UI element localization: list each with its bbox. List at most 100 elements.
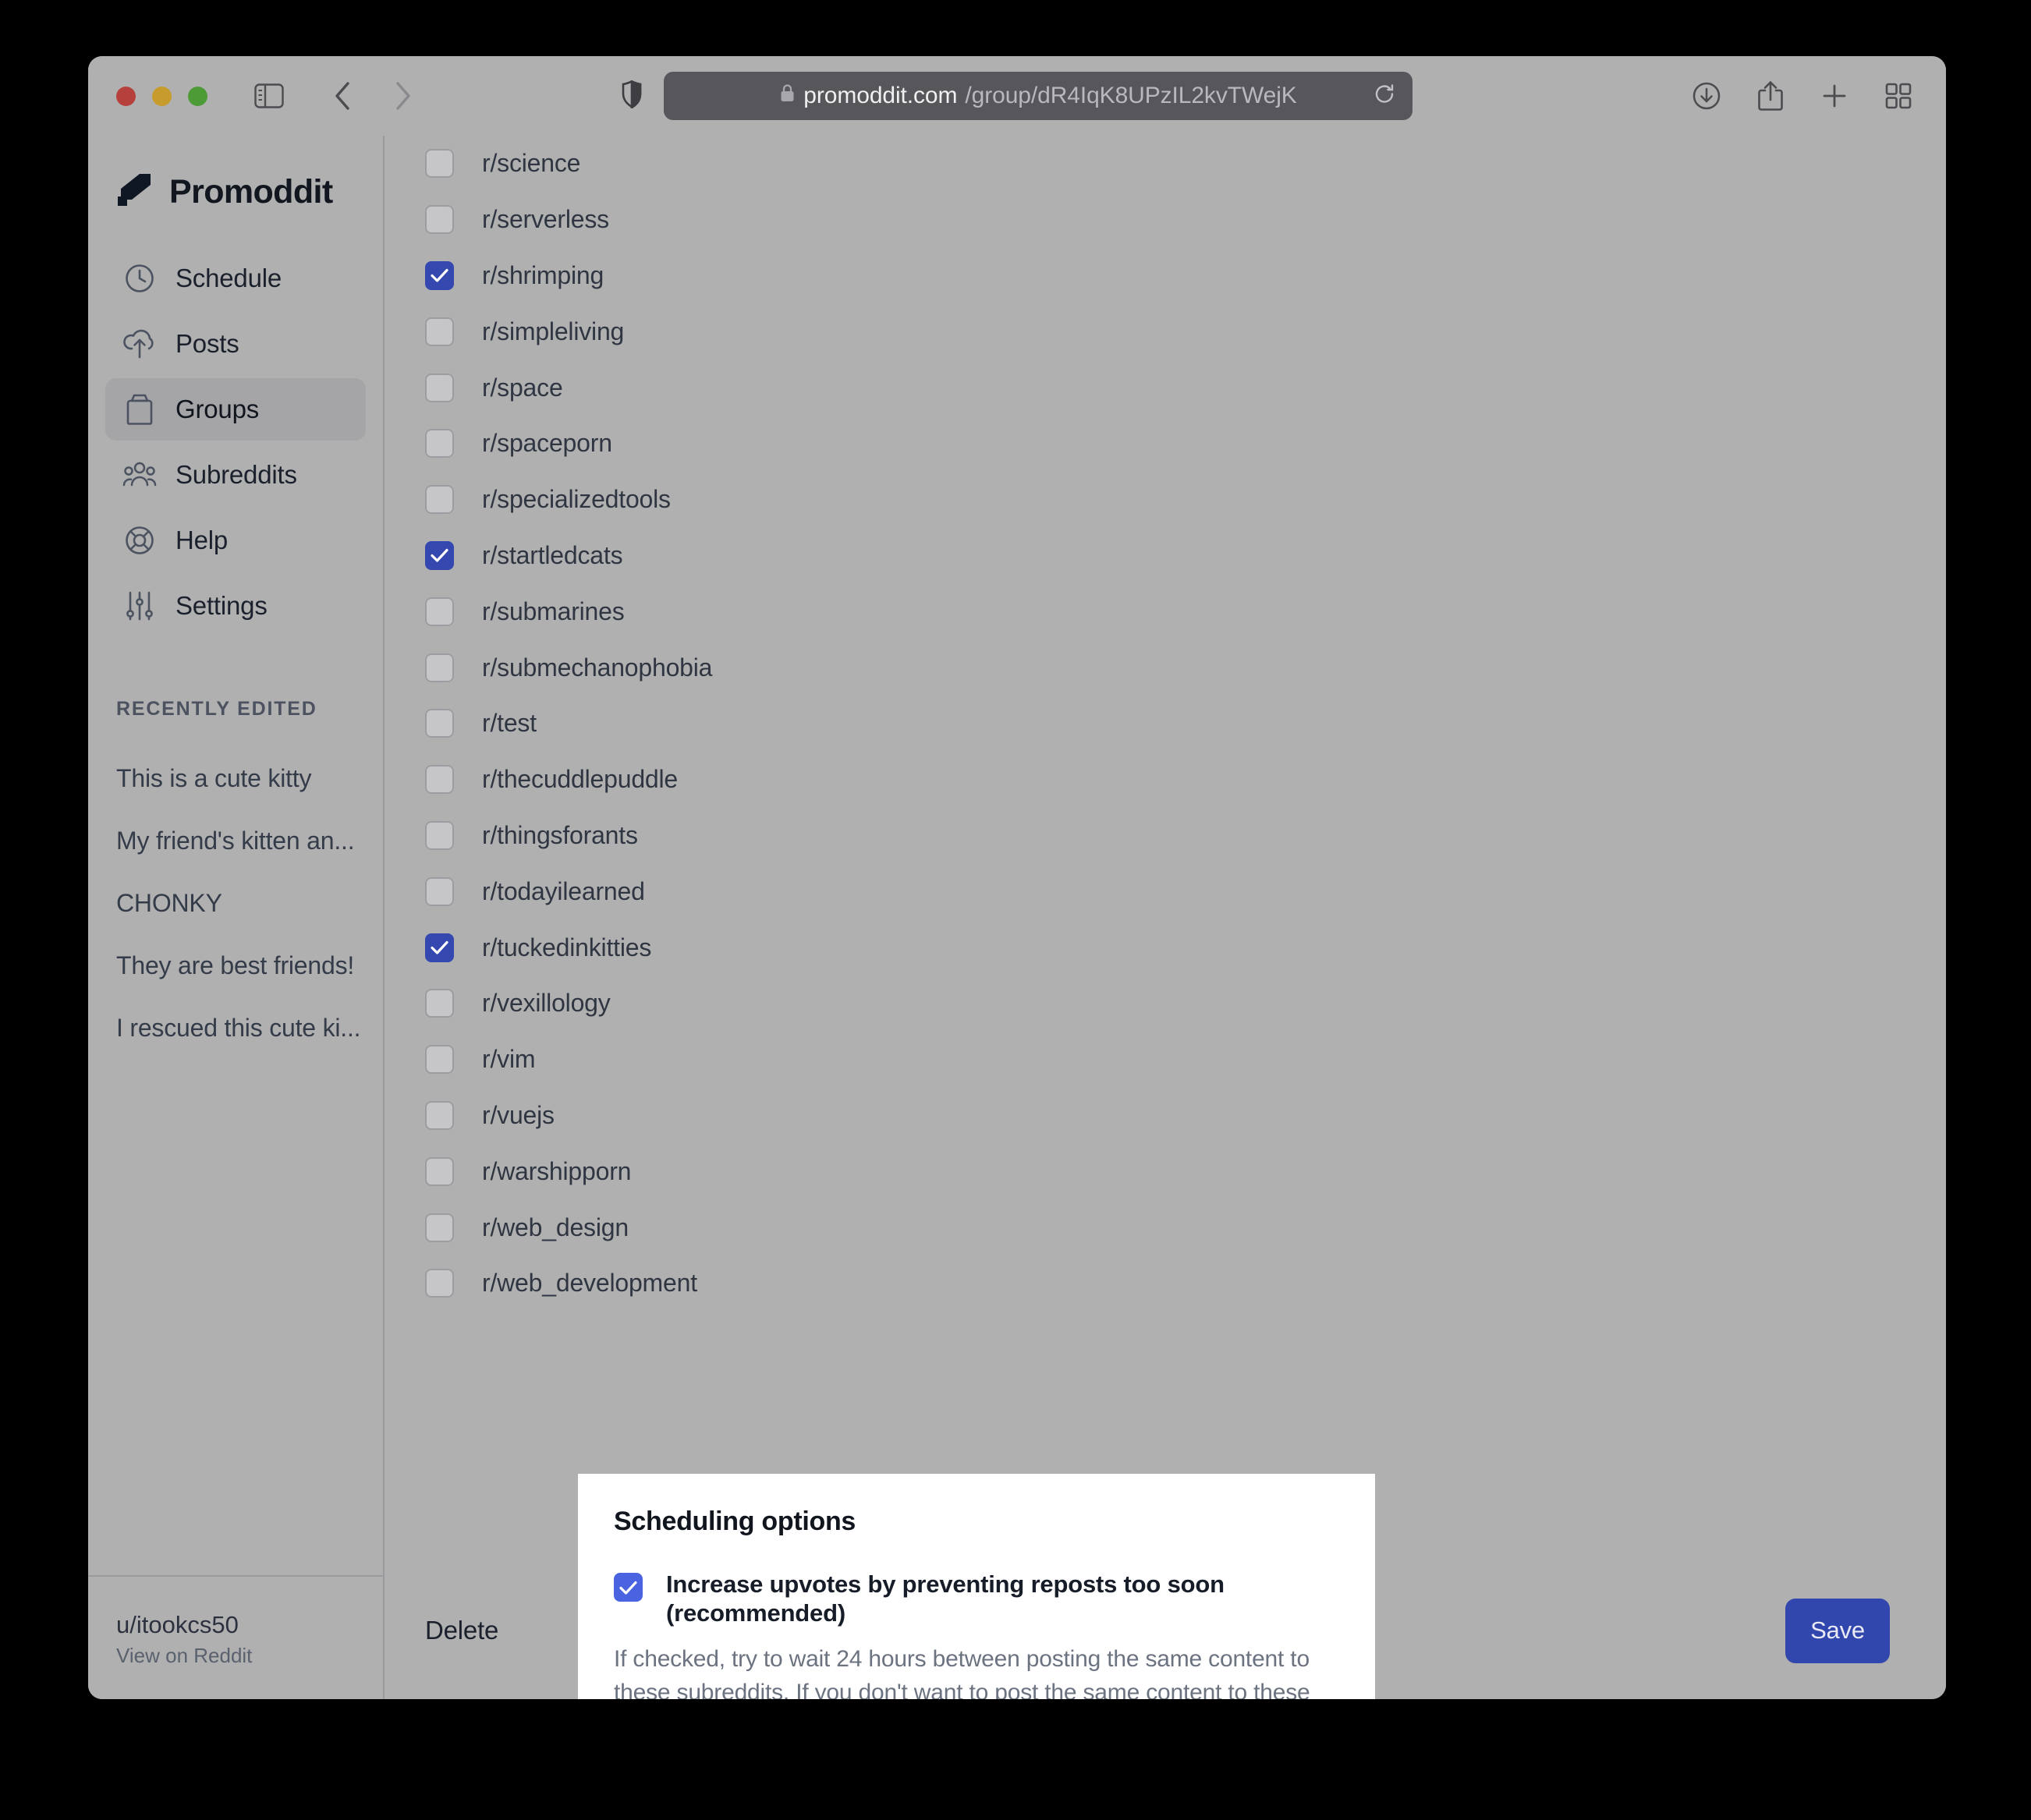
subreddit-checkbox[interactable] xyxy=(425,597,454,626)
subreddit-row[interactable]: r/vim xyxy=(425,1032,1946,1088)
subreddit-label: r/vim xyxy=(482,1045,536,1074)
subreddit-checkbox[interactable] xyxy=(425,1213,454,1242)
recent-item[interactable]: They are best friends! xyxy=(88,934,383,997)
upload-cloud-icon xyxy=(122,327,157,361)
subreddit-row[interactable]: r/shrimping xyxy=(425,248,1946,304)
view-on-reddit-link[interactable]: View on Reddit xyxy=(116,1644,355,1668)
sidebar-item-groups[interactable]: Groups xyxy=(105,378,366,441)
subreddit-checkbox[interactable] xyxy=(425,933,454,962)
subreddit-label: r/web_development xyxy=(482,1269,697,1298)
subreddit-checkbox[interactable] xyxy=(425,653,454,682)
subreddit-checkbox[interactable] xyxy=(425,429,454,459)
share-icon[interactable] xyxy=(1749,75,1792,117)
save-button[interactable]: Save xyxy=(1785,1598,1890,1663)
subreddit-label: r/submarines xyxy=(482,597,625,625)
privacy-shield-icon[interactable] xyxy=(622,80,642,112)
subreddit-label: r/thecuddlepuddle xyxy=(482,765,679,794)
subreddit-label: r/space xyxy=(482,373,563,402)
subreddit-checkbox[interactable] xyxy=(425,820,454,850)
subreddit-checkbox[interactable] xyxy=(425,373,454,402)
people-group-icon xyxy=(122,458,157,492)
sidebar-label-posts: Posts xyxy=(175,329,239,358)
subreddit-checkbox[interactable] xyxy=(425,540,454,570)
subreddit-checkbox[interactable] xyxy=(425,765,454,795)
sidebar-label-groups: Groups xyxy=(175,395,260,423)
subreddit-row[interactable]: r/web_development xyxy=(425,1255,1946,1312)
recent-item[interactable]: My friend's kitten an... xyxy=(88,809,383,872)
back-arrow-icon[interactable] xyxy=(321,75,363,117)
subreddit-row[interactable]: r/thingsforants xyxy=(425,808,1946,864)
forward-arrow-icon[interactable] xyxy=(382,75,424,117)
subreddit-checkbox[interactable] xyxy=(425,1269,454,1298)
scheduling-option-row[interactable]: Increase upvotes by preventing reposts t… xyxy=(614,1570,1339,1627)
subreddit-row[interactable]: r/todayilearned xyxy=(425,863,1946,919)
subreddit-row[interactable]: r/serverless xyxy=(425,192,1946,248)
subreddit-checkbox[interactable] xyxy=(425,1045,454,1075)
sidebar-toggle-icon[interactable] xyxy=(248,75,290,117)
subreddit-checkbox[interactable] xyxy=(425,149,454,179)
subreddit-checkbox[interactable] xyxy=(425,989,454,1018)
subreddit-row[interactable]: r/warshipporn xyxy=(425,1143,1946,1199)
sidebar-label-schedule: Schedule xyxy=(175,264,282,292)
minimize-window-button[interactable] xyxy=(152,86,172,106)
sidebar-item-help[interactable]: Help xyxy=(105,509,366,572)
scheduling-options-title: Scheduling options xyxy=(614,1507,856,1536)
subreddit-row[interactable]: r/specializedtools xyxy=(425,472,1946,528)
plus-icon[interactable] xyxy=(1813,75,1856,117)
address-bar[interactable]: promoddit.com/group/dR4IqK8UPzIL2kvTWejK xyxy=(664,72,1412,120)
recent-item[interactable]: This is a cute kitty xyxy=(88,747,383,809)
app-brand[interactable]: Promoddit xyxy=(88,136,383,211)
subreddit-row[interactable]: r/space xyxy=(425,359,1946,416)
subreddit-label: r/web_design xyxy=(482,1213,629,1241)
subreddit-checkbox[interactable] xyxy=(425,1156,454,1186)
sidebar-item-subreddits[interactable]: Subreddits xyxy=(105,444,366,506)
subreddit-row[interactable]: r/submarines xyxy=(425,583,1946,639)
lifebuoy-icon xyxy=(122,523,157,558)
subreddit-checkbox[interactable] xyxy=(425,709,454,738)
delete-button[interactable]: Delete xyxy=(425,1616,498,1645)
subreddit-checkbox[interactable] xyxy=(425,485,454,515)
subreddit-label: r/submechanophobia xyxy=(482,653,713,682)
sidebar-item-settings[interactable]: Settings xyxy=(105,575,366,637)
subreddit-label: r/thingsforants xyxy=(482,820,638,849)
window-controls xyxy=(116,86,207,106)
subreddit-checkbox[interactable] xyxy=(425,1100,454,1130)
maximize-window-button[interactable] xyxy=(188,86,207,106)
recent-item[interactable]: CHONKY xyxy=(88,872,383,934)
subreddit-row[interactable]: r/web_design xyxy=(425,1199,1946,1255)
subreddit-row[interactable]: r/thecuddlepuddle xyxy=(425,752,1946,808)
app-sidebar: Promoddit Schedule Posts Groups Subreddi… xyxy=(88,136,385,1699)
subreddit-row[interactable]: r/vuejs xyxy=(425,1088,1946,1144)
recently-edited-heading: RECENTLY EDITED xyxy=(116,698,317,720)
subreddit-checkbox[interactable] xyxy=(425,876,454,906)
subreddit-label: r/warshipporn xyxy=(482,1156,632,1185)
reload-icon[interactable] xyxy=(1373,83,1395,109)
sidebar-footer: u/itookcs50 View on Reddit xyxy=(88,1575,383,1699)
subreddit-checkbox[interactable] xyxy=(425,260,454,290)
subreddit-row[interactable]: r/startledcats xyxy=(425,528,1946,584)
subreddit-checkbox[interactable] xyxy=(425,317,454,346)
subreddit-checkbox[interactable] xyxy=(425,205,454,235)
subreddit-row[interactable]: r/vexillology xyxy=(425,976,1946,1032)
download-icon[interactable] xyxy=(1685,75,1728,117)
prevent-reposts-checkbox[interactable] xyxy=(614,1573,643,1602)
url-path: /group/dR4IqK8UPzIL2kvTWejK xyxy=(965,83,1297,108)
sidebar-item-schedule[interactable]: Schedule xyxy=(105,247,366,310)
tab-overview-icon[interactable] xyxy=(1877,75,1919,117)
sidebar-item-posts[interactable]: Posts xyxy=(105,313,366,375)
subreddit-row[interactable]: r/spaceporn xyxy=(425,416,1946,472)
promoddit-logo-icon xyxy=(116,173,152,211)
url-text: promoddit.com/group/dR4IqK8UPzIL2kvTWejK xyxy=(779,83,1297,109)
subreddit-label: r/specializedtools xyxy=(482,485,671,514)
recent-item[interactable]: I rescued this cute ki... xyxy=(88,997,383,1059)
subreddit-row[interactable]: r/submechanophobia xyxy=(425,639,1946,696)
subreddit-row[interactable]: r/science xyxy=(425,136,1946,192)
subreddit-label: r/vuejs xyxy=(482,1100,555,1129)
subreddit-row[interactable]: r/tuckedinkitties xyxy=(425,919,1946,976)
sidebar-nav: Schedule Posts Groups Subreddits Help Se… xyxy=(88,247,383,637)
address-bar-area: promoddit.com/group/dR4IqK8UPzIL2kvTWejK xyxy=(622,72,1412,120)
lock-icon xyxy=(779,83,796,109)
close-window-button[interactable] xyxy=(116,86,136,106)
subreddit-row[interactable]: r/simpleliving xyxy=(425,303,1946,359)
subreddit-row[interactable]: r/test xyxy=(425,696,1946,752)
